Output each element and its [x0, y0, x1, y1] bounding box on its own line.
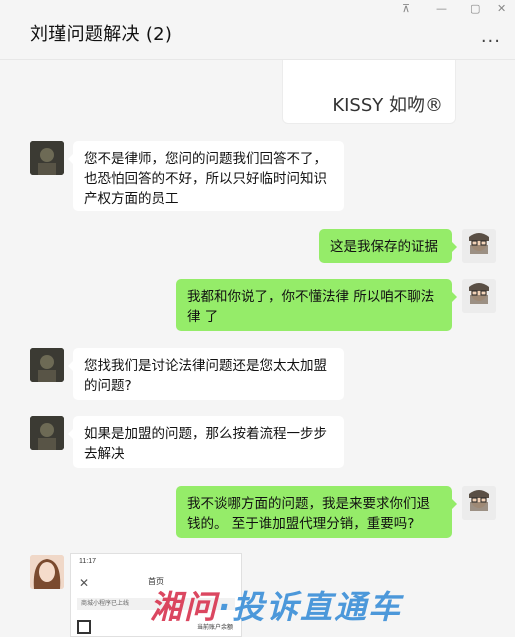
more-options-icon[interactable]: ...	[481, 26, 501, 47]
avatar[interactable]	[30, 348, 64, 382]
chat-title: 刘瑾问题解决 (2)	[30, 24, 173, 45]
message-bubble[interactable]: 我不谈哪方面的问题，我是来要求你们退钱的。 至于谁加盟代理分销，重要吗?	[176, 486, 457, 538]
close-icon[interactable]: ✕	[497, 2, 506, 15]
watermark: 湘问·投诉直通车	[150, 582, 402, 628]
avatar[interactable]	[30, 141, 64, 175]
message-bubble[interactable]: 这是我保存的证据	[319, 229, 457, 263]
brand-text: KISSY 如吻®	[332, 95, 443, 116]
chat-header: 刘瑾问题解决 (2) ⊼ — ▢ ✕ ...	[0, 0, 515, 60]
avatar[interactable]	[462, 279, 496, 313]
watermark-part2: ·投诉直通车	[218, 588, 403, 626]
shared-image-card[interactable]: KISSY 如吻®	[282, 60, 456, 124]
avatar[interactable]	[30, 555, 64, 589]
pin-icon[interactable]: ⊼	[402, 2, 410, 15]
message-bubble[interactable]: 如果是加盟的问题，那么按着流程一步步去解决	[68, 416, 344, 468]
maximize-icon[interactable]: ▢	[470, 2, 480, 15]
message-bubble[interactable]: 我都和你说了，你不懂法律 所以咱不聊法律 了	[176, 279, 457, 331]
minimize-icon[interactable]: —	[436, 2, 447, 15]
preview-time: 11:17	[79, 558, 96, 565]
message-bubble[interactable]: 您找我们是讨论法律问题还是您太太加盟的问题?	[68, 348, 344, 400]
avatar[interactable]	[462, 486, 496, 520]
watermark-part1: 湘问	[150, 588, 219, 626]
avatar[interactable]	[462, 229, 496, 263]
wallet-icon	[77, 620, 91, 634]
avatar[interactable]	[30, 416, 64, 450]
message-bubble[interactable]: 您不是律师，您问的问题我们回答不了，也恐怕回答的不好，所以只好临时问知识产权方面…	[68, 141, 344, 211]
